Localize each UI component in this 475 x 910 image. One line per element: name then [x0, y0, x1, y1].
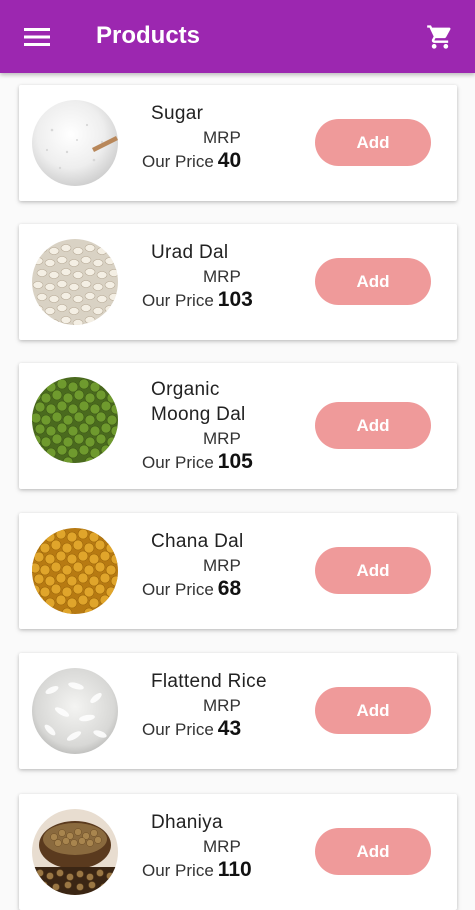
sugar-image: [32, 100, 118, 186]
product-name: Organic Moong Dal: [151, 379, 246, 425]
price-row: Our Price 43: [142, 717, 241, 743]
mrp-label: MRP: [203, 429, 241, 448]
price-label: Our Price: [142, 720, 214, 739]
mrp-label: MRP: [203, 128, 241, 147]
page-title: Products: [96, 22, 201, 49]
price-label: Our Price: [142, 152, 214, 171]
product-card: Organic Moong Dal MRP Our Price 105 Add: [19, 363, 457, 489]
moong-dal-image: [32, 377, 118, 463]
mrp-label: MRP: [203, 267, 241, 286]
product-card: Sugar MRP Our Price 40 Add: [19, 85, 457, 201]
price-row: Our Price 110: [142, 858, 252, 884]
chana-dal-image: [32, 528, 118, 614]
add-button[interactable]: Add: [315, 828, 431, 875]
price-label: Our Price: [142, 291, 214, 310]
flattened-rice-image: [32, 668, 118, 754]
price-label: Our Price: [142, 861, 214, 880]
price-value: 103: [217, 288, 253, 311]
price-row: Our Price 40: [142, 149, 241, 175]
price-row: Our Price 68: [142, 577, 241, 603]
product-card: Urad Dal MRP Our Price 103 Add: [19, 224, 457, 340]
urad-dal-image: [32, 239, 118, 325]
price-row: Our Price 103: [142, 288, 253, 314]
price-label: Our Price: [142, 580, 214, 599]
product-card: Dhaniya MRP Our Price 110 Add: [19, 794, 457, 910]
product-card: Chana Dal MRP Our Price 68 Add: [19, 513, 457, 629]
add-button[interactable]: Add: [315, 258, 431, 305]
add-button[interactable]: Add: [315, 547, 431, 594]
product-card: Flattend Rice MRP Our Price 43 Add: [19, 653, 457, 769]
product-name: Dhaniya: [151, 812, 223, 833]
mrp-label: MRP: [203, 556, 241, 575]
add-button[interactable]: Add: [315, 402, 431, 449]
price-value: 68: [217, 577, 242, 600]
menu-icon: [24, 28, 50, 46]
shopping-cart-icon: [427, 25, 451, 49]
product-name: Flattend Rice: [151, 671, 267, 692]
price-label: Our Price: [142, 453, 214, 472]
menu-button[interactable]: [18, 18, 56, 56]
app-bar: Products: [0, 0, 475, 73]
dhaniya-image: [32, 809, 118, 895]
price-value: 110: [217, 858, 252, 881]
product-name: Chana Dal: [151, 531, 244, 552]
price-row: Our Price 105: [142, 450, 253, 476]
mrp-label: MRP: [203, 696, 241, 715]
add-button[interactable]: Add: [315, 687, 431, 734]
price-value: 40: [217, 149, 242, 172]
price-value: 43: [217, 717, 242, 740]
product-name: Urad Dal: [151, 242, 229, 263]
price-value: 105: [217, 450, 253, 473]
cart-button[interactable]: [421, 18, 459, 56]
add-button[interactable]: Add: [315, 119, 431, 166]
mrp-label: MRP: [203, 837, 241, 856]
product-name: Sugar: [151, 103, 204, 124]
